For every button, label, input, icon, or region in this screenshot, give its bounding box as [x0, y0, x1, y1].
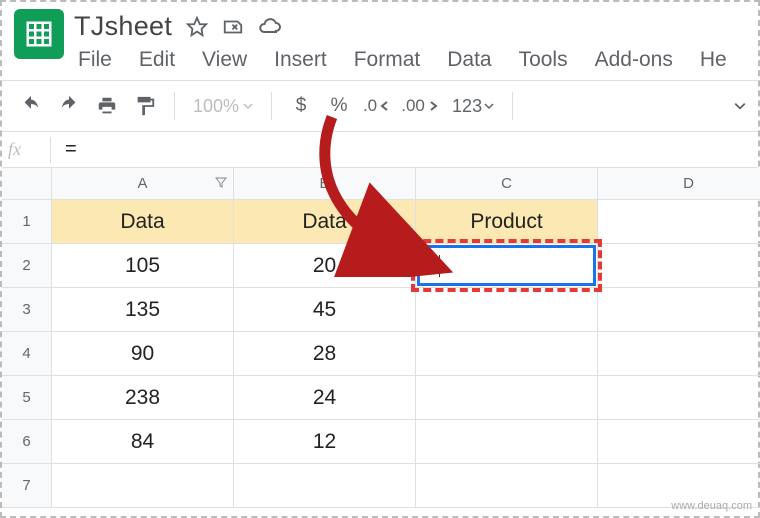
increase-decimal-button[interactable]: .00	[398, 89, 442, 123]
cell-a3[interactable]: 135	[52, 288, 234, 332]
arrow-right-icon	[427, 100, 439, 112]
cell-a4[interactable]: 90	[52, 332, 234, 376]
decrease-decimal-button[interactable]: .0	[360, 89, 394, 123]
select-all-corner[interactable]	[2, 168, 52, 200]
toolbar-separator	[512, 92, 513, 120]
column-header-a[interactable]: A	[52, 168, 234, 200]
cell-b1[interactable]: Data	[234, 200, 416, 244]
row-header-6[interactable]: 6	[2, 420, 52, 464]
chevron-down-icon[interactable]	[734, 100, 746, 112]
menu-format[interactable]: Format	[354, 48, 421, 72]
cell-b6[interactable]: 12	[234, 420, 416, 464]
text-cursor	[439, 255, 440, 277]
cell-c7[interactable]	[416, 464, 598, 508]
row-header-5[interactable]: 5	[2, 376, 52, 420]
cell-c2[interactable]: =	[416, 244, 598, 288]
toolbar-separator	[174, 92, 175, 120]
cell-a2[interactable]: 105	[52, 244, 234, 288]
arrow-left-icon	[379, 100, 391, 112]
spreadsheet-grid[interactable]: A B C D 1 Data Data Product 2 105 20 = 3…	[2, 168, 758, 508]
cell-b4[interactable]: 28	[234, 332, 416, 376]
menu-file[interactable]: File	[78, 48, 112, 72]
menu-addons[interactable]: Add-ons	[595, 48, 673, 72]
cell-c3[interactable]	[416, 288, 598, 332]
star-icon[interactable]	[186, 16, 208, 38]
sheets-icon	[24, 19, 54, 49]
app-header: TJsheet File Edit View Insert Format Dat…	[2, 2, 758, 80]
formula-bar: fx =	[2, 132, 758, 168]
column-header-d[interactable]: D	[598, 168, 760, 200]
move-icon[interactable]	[222, 16, 244, 38]
cell-a7[interactable]	[52, 464, 234, 508]
cell-d5[interactable]	[598, 376, 760, 420]
chevron-down-icon	[243, 101, 253, 111]
format-currency-button[interactable]: $	[284, 89, 318, 123]
document-name[interactable]: TJsheet	[74, 11, 172, 42]
cell-d4[interactable]	[598, 332, 760, 376]
column-header-b[interactable]: B	[234, 168, 416, 200]
more-formats-dropdown[interactable]: 123	[446, 96, 500, 117]
toolbar-separator	[271, 92, 272, 120]
cell-b7[interactable]	[234, 464, 416, 508]
row-header-7[interactable]: 7	[2, 464, 52, 508]
menu-insert[interactable]: Insert	[274, 48, 327, 72]
cell-a1[interactable]: Data	[52, 200, 234, 244]
fx-icon: fx	[8, 139, 50, 160]
cell-c1[interactable]: Product	[416, 200, 598, 244]
cell-c2-value: =	[426, 254, 438, 278]
row-header-2[interactable]: 2	[2, 244, 52, 288]
format-percent-button[interactable]: %	[322, 89, 356, 123]
row-header-4[interactable]: 4	[2, 332, 52, 376]
cell-c4[interactable]	[416, 332, 598, 376]
zoom-value: 100%	[193, 96, 239, 117]
cell-d3[interactable]	[598, 288, 760, 332]
print-button[interactable]	[90, 89, 124, 123]
cell-c5[interactable]	[416, 376, 598, 420]
watermark: www.deuaq.com	[671, 500, 752, 512]
column-header-c[interactable]: C	[416, 168, 598, 200]
menu-view[interactable]: View	[202, 48, 247, 72]
toolbar: 100% $ % .0 .00 123	[2, 80, 758, 132]
cell-d6[interactable]	[598, 420, 760, 464]
cell-b3[interactable]: 45	[234, 288, 416, 332]
active-cell-border	[417, 245, 596, 286]
undo-button[interactable]	[14, 89, 48, 123]
more-formats-label: 123	[452, 96, 482, 117]
zoom-dropdown[interactable]: 100%	[187, 96, 259, 117]
row-header-3[interactable]: 3	[2, 288, 52, 332]
cell-b5[interactable]: 24	[234, 376, 416, 420]
cell-d2[interactable]	[598, 244, 760, 288]
row-header-1[interactable]: 1	[2, 200, 52, 244]
menu-bar: File Edit View Insert Format Data Tools …	[74, 42, 758, 80]
cell-a6[interactable]: 84	[52, 420, 234, 464]
cell-b2[interactable]: 20	[234, 244, 416, 288]
cell-d1[interactable]	[598, 200, 760, 244]
menu-help[interactable]: He	[700, 48, 727, 72]
cloud-saved-icon[interactable]	[258, 15, 282, 39]
redo-button[interactable]	[52, 89, 86, 123]
chevron-down-icon	[484, 101, 494, 111]
sheets-logo[interactable]	[14, 9, 64, 59]
menu-tools[interactable]: Tools	[519, 48, 568, 72]
paint-format-button[interactable]	[128, 89, 162, 123]
menu-data[interactable]: Data	[447, 48, 491, 72]
menu-edit[interactable]: Edit	[139, 48, 175, 72]
cell-c6[interactable]	[416, 420, 598, 464]
filter-icon[interactable]	[215, 175, 227, 192]
formula-input[interactable]: =	[51, 138, 77, 161]
cell-a5[interactable]: 238	[52, 376, 234, 420]
